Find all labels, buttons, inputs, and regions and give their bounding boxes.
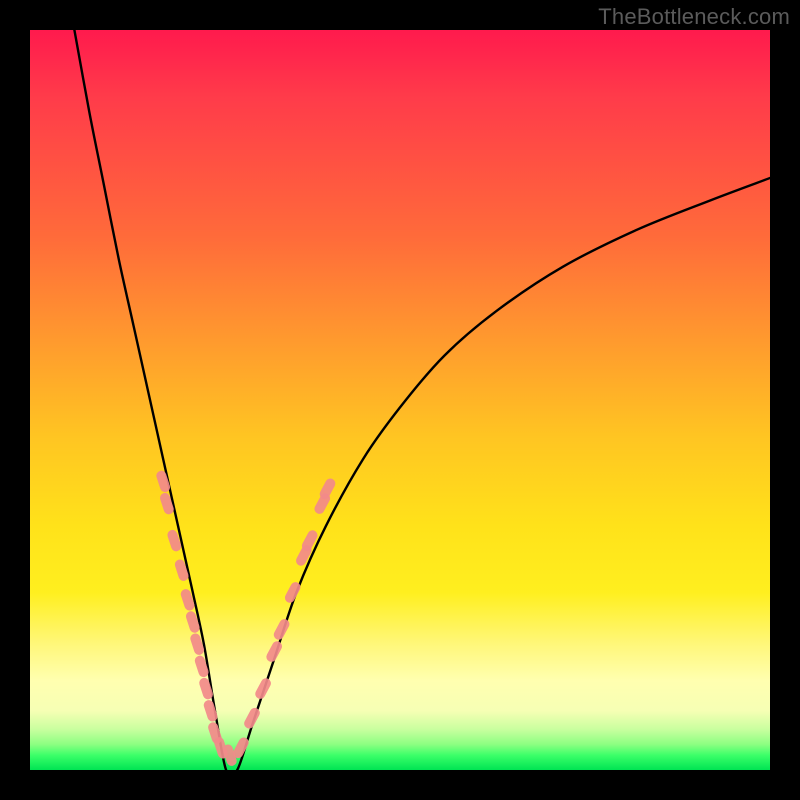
curve-svg xyxy=(30,30,770,770)
marker-group-left xyxy=(155,469,238,767)
marker-bead xyxy=(202,699,218,723)
marker-group-right xyxy=(231,477,337,760)
marker-bead xyxy=(242,706,261,730)
marker-bead xyxy=(265,640,284,664)
watermark-text: TheBottleneck.com xyxy=(598,4,790,30)
marker-bead xyxy=(254,677,273,701)
bottleneck-curve xyxy=(74,30,770,770)
marker-bead xyxy=(272,617,291,641)
plot-area xyxy=(30,30,770,770)
chart-frame: TheBottleneck.com xyxy=(0,0,800,800)
